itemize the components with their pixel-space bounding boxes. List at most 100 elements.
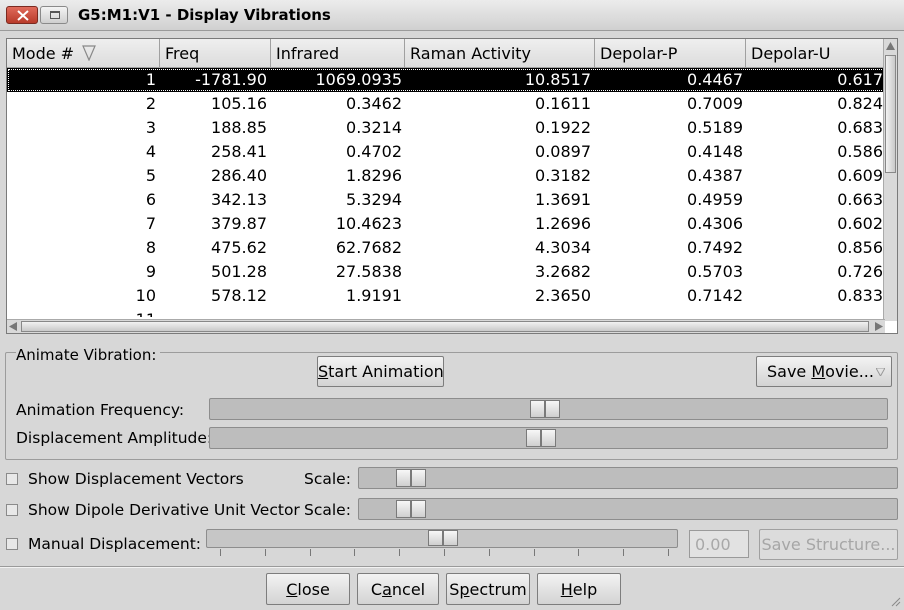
cancel-button[interactable]: Cancel <box>357 573 439 605</box>
show-dipole-vector-checkbox[interactable] <box>6 504 18 516</box>
dipole-scale-slider[interactable] <box>358 498 898 520</box>
column-header-label: Depolar-P <box>600 44 678 63</box>
cancel-label-rest: ncel <box>391 580 426 599</box>
vibrations-table: Mode # Freq Infrared Raman Activity Depo… <box>6 38 898 334</box>
slider-handle[interactable] <box>396 469 426 487</box>
show-displacement-vectors-checkbox[interactable] <box>6 473 18 485</box>
start-animation-button[interactable]: Start Animation <box>317 356 444 387</box>
cell-depolar-p: 0.5703 <box>687 262 743 281</box>
column-header-mode[interactable]: Mode # <box>7 39 160 68</box>
cell-infrared: 62.7682 <box>335 238 402 257</box>
start-animation-rest: tart Animation <box>328 362 444 381</box>
slider-tick <box>354 549 356 556</box>
cell-raman: 0.1611 <box>535 94 591 113</box>
vertical-scroll-thumb[interactable] <box>885 55 896 173</box>
scroll-up-icon[interactable] <box>886 42 895 50</box>
show-dipole-vector-label: Show Dipole Derivative Unit Vector <box>28 501 300 519</box>
manual-displacement-label: Manual Displacement: <box>28 535 202 553</box>
column-header-raman[interactable]: Raman Activity <box>405 39 595 68</box>
column-header-depolar-p[interactable]: Depolar-P <box>595 39 746 68</box>
cell-depolar-p: 0.4959 <box>687 190 743 209</box>
save-movie-button[interactable]: Save Movie... <box>756 356 892 387</box>
cell-raman: 2.3650 <box>535 286 591 305</box>
cell-freq: 379.87 <box>211 214 267 233</box>
manual-displacement-slider[interactable] <box>206 529 678 548</box>
scroll-left-icon[interactable] <box>9 322 17 331</box>
dipole-scale-label: Scale: <box>304 501 351 519</box>
displacement-amplitude-slider[interactable] <box>209 427 888 449</box>
column-header-label: Depolar-U <box>751 44 831 63</box>
cell-freq: 258.41 <box>211 142 267 161</box>
spectrum-label-start: S <box>449 580 460 599</box>
slider-tick <box>444 549 445 556</box>
table-row[interactable]: 5 286.40 1.8296 0.3182 0.4387 0.609 <box>7 164 885 188</box>
table-row[interactable]: 3 188.85 0.3214 0.1922 0.5189 0.683 <box>7 116 885 140</box>
cell-raman: 0.3182 <box>535 166 591 185</box>
cell-depolar-u: 0.824 <box>837 94 883 113</box>
save-structure-button[interactable]: Save Structure... <box>759 529 898 560</box>
cell-infrared: 5.3294 <box>346 190 402 209</box>
cell-depolar-p: 0.5189 <box>687 118 743 137</box>
manual-displacement-value-field[interactable]: 0.00 <box>689 530 749 558</box>
table-row[interactable]: 10 578.12 1.9191 2.3650 0.7142 0.833 <box>7 284 885 308</box>
window-close-button[interactable] <box>6 6 38 24</box>
cell-infrared: 27.5838 <box>335 262 402 281</box>
column-header-infrared[interactable]: Infrared <box>271 39 405 68</box>
cell-infrared: 1.8296 <box>346 166 402 185</box>
cell-mode: 4 <box>145 142 156 161</box>
slider-handle[interactable] <box>396 500 426 518</box>
slider-handle[interactable] <box>530 400 560 418</box>
slider-tick <box>623 549 625 556</box>
table-row[interactable]: 6 342.13 5.3294 1.3691 0.4959 0.663 <box>7 188 885 212</box>
table-row[interactable]: 9 501.28 27.5838 3.2682 0.5703 0.726 <box>7 260 885 284</box>
cancel-label-start: C <box>370 580 383 599</box>
horizontal-scrollbar[interactable] <box>7 319 885 333</box>
slider-tick <box>220 549 221 556</box>
slider-tick <box>309 549 311 556</box>
cell-depolar-u: 0.856 <box>837 238 883 257</box>
table-row[interactable]: 2 105.16 0.3462 0.1611 0.7009 0.824 <box>7 92 885 116</box>
vertical-scrollbar[interactable] <box>883 39 897 321</box>
cell-mode: 11 <box>16 310 156 317</box>
cell-infrared: 10.4623 <box>335 214 402 233</box>
table-row[interactable]: 7 379.87 10.4623 1.2696 0.4306 0.602 <box>7 212 885 236</box>
column-header-depolar-u[interactable]: Depolar-U <box>746 39 887 68</box>
animation-frequency-slider[interactable] <box>209 398 888 420</box>
table-row[interactable]: 4 258.41 0.4702 0.0897 0.4148 0.586 <box>7 140 885 164</box>
slider-tick <box>578 549 580 556</box>
cell-mode: 8 <box>145 238 156 257</box>
table-row[interactable]: 11 <box>7 308 885 317</box>
cell-depolar-u: 0.833 <box>837 286 883 305</box>
title-bar: G5:M1:V1 - Display Vibrations <box>0 0 904 31</box>
cell-depolar-u: 0.663 <box>837 190 883 209</box>
table-row[interactable]: 1 -1781.90 1069.0935 10.8517 0.4467 0.617 <box>7 68 885 92</box>
cell-freq: 501.28 <box>211 262 267 281</box>
cell-mode: 9 <box>145 262 156 281</box>
horizontal-scroll-thumb[interactable] <box>21 321 869 332</box>
cell-infrared: 0.3462 <box>346 94 402 113</box>
cell-raman: 10.8517 <box>524 70 591 89</box>
help-button[interactable]: Help <box>537 573 621 605</box>
displacement-scale-slider[interactable] <box>358 467 898 489</box>
table-row[interactable]: 8 475.62 62.7682 4.3034 0.7492 0.856 <box>7 236 885 260</box>
slider-handle[interactable] <box>428 530 458 548</box>
manual-displacement-checkbox[interactable] <box>6 538 18 550</box>
show-displacement-vectors-label: Show Displacement Vectors <box>28 470 244 488</box>
cell-depolar-u: 0.586 <box>837 142 883 161</box>
window-maximize-button[interactable] <box>40 6 68 24</box>
dropdown-arrow-icon <box>876 368 885 376</box>
close-button[interactable]: Close <box>266 573 350 605</box>
mnemonic-letter: p <box>459 580 470 599</box>
cell-raman: 4.3034 <box>535 238 591 257</box>
slider-tick <box>264 549 266 556</box>
resize-grip-icon[interactable] <box>889 595 901 607</box>
scroll-right-icon[interactable] <box>875 322 883 331</box>
cell-mode: 1 <box>145 70 156 89</box>
cell-infrared: 1.9191 <box>346 286 402 305</box>
slider-tick <box>399 549 401 556</box>
column-header-label: Mode # <box>12 44 75 63</box>
slider-handle[interactable] <box>526 429 556 447</box>
cell-freq: 342.13 <box>211 190 267 209</box>
spectrum-button[interactable]: Spectrum <box>446 573 530 605</box>
column-header-freq[interactable]: Freq <box>160 39 271 68</box>
